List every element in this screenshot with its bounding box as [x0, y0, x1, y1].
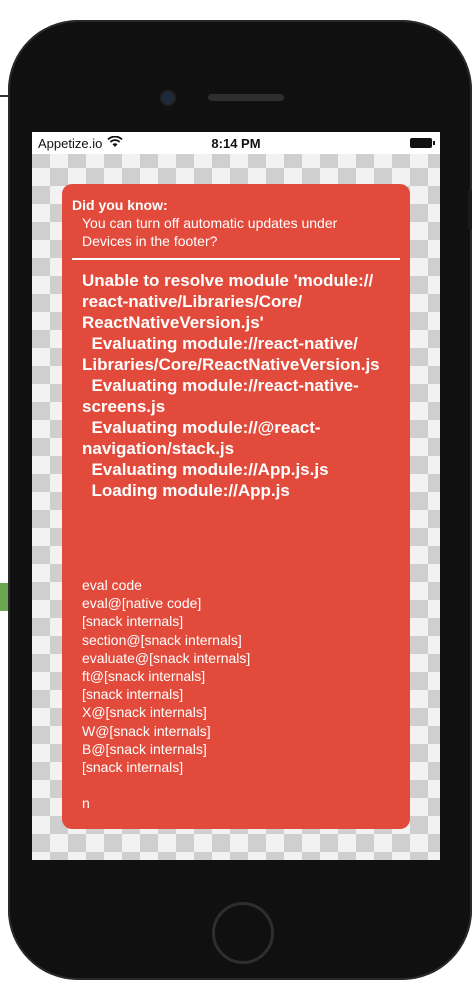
stack-line: eval code: [82, 577, 142, 593]
stack-line: W@[snack internals]: [82, 722, 211, 739]
error-line: Unable to resolve module 'module://: [82, 271, 374, 290]
error-line: Evaluating module://@react-: [82, 418, 321, 437]
stack-line: ft@[snack internals]: [82, 668, 206, 685]
home-button[interactable]: [212, 902, 274, 964]
tip-title: Did you know:: [72, 197, 168, 213]
error-line: react-native/Libraries/Core/: [82, 292, 303, 311]
earpiece-speaker: [208, 94, 284, 101]
tip-divider: [72, 258, 400, 260]
stack-line: B@[snack internals]: [82, 740, 207, 757]
stack-line: [82, 776, 250, 794]
stack-trace: eval code eval@[native code] [snack inte…: [82, 576, 250, 813]
stack-line: X@[snack internals]: [82, 704, 207, 721]
stack-line: n: [82, 795, 90, 812]
stack-line: [snack internals]: [82, 613, 184, 630]
front-camera: [162, 92, 174, 104]
error-overlay: Did you know: You can turn off automatic…: [62, 184, 410, 829]
stack-line: eval@[native code]: [82, 595, 202, 612]
stack-line: [snack internals]: [82, 686, 184, 703]
tip-text-line2: Devices in the footer?: [82, 233, 218, 249]
error-line: Libraries/Core/ReactNativeVersion.js: [82, 355, 380, 374]
error-line: screens.js: [82, 397, 166, 416]
stack-line: [snack internals]: [82, 759, 184, 776]
error-message: Unable to resolve module 'module:// reac…: [82, 270, 400, 501]
device-screen[interactable]: Appetize.io 8:14 PM Did you know: You ca…: [32, 132, 440, 860]
volume-up-button: [468, 190, 472, 230]
error-line: Evaluating module://react-native/: [82, 334, 358, 353]
page: Appetize.io 8:14 PM Did you know: You ca…: [0, 0, 474, 994]
error-line: Loading module://App.js: [82, 481, 290, 500]
tip-text-line1: You can turn off automatic updates under: [82, 215, 338, 231]
error-line: ReactNativeVersion.js': [82, 313, 264, 332]
stack-line: evaluate@[snack internals]: [82, 649, 251, 666]
stack-line: section@[snack internals]: [82, 631, 242, 648]
status-bar: Appetize.io 8:14 PM: [32, 132, 440, 154]
status-time: 8:14 PM: [211, 136, 261, 151]
error-line: Evaluating module://App.js.js: [82, 460, 329, 479]
battery-icon: [410, 138, 435, 148]
error-line: navigation/stack.js: [82, 439, 235, 458]
error-line: Evaluating module://react-native-: [82, 376, 359, 395]
